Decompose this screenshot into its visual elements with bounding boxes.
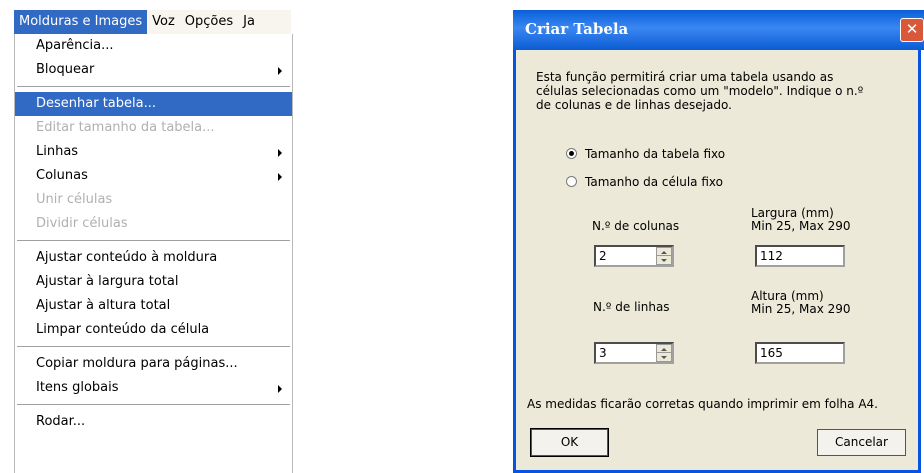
columns-spin-buttons[interactable] [656, 247, 672, 265]
description-line: Esta função permitirá criar uma tabela u… [536, 70, 834, 84]
menu-separator [15, 236, 292, 246]
description-line: células selecionadas como um "modelo". I… [536, 84, 864, 98]
spin-down-icon[interactable] [657, 256, 671, 264]
width-label: Largura (mm) [751, 206, 834, 220]
radio-fixed-table[interactable] [566, 148, 577, 159]
menubar-janela[interactable]: Ja [238, 10, 260, 34]
close-icon[interactable]: ✕ [900, 18, 924, 42]
submenu-arrow-icon [278, 67, 282, 75]
menu-item-label: Desenhar tabela... [36, 96, 156, 111]
menu-item-label: Editar tamanho da tabela... [36, 120, 215, 135]
menu-item-aparencia[interactable]: Aparência... [15, 34, 292, 58]
menu-item-linhas[interactable]: Linhas [15, 140, 292, 164]
menu-item-itens-globais[interactable]: Itens globais [15, 376, 292, 400]
menu-item-label: Ajustar à altura total [36, 298, 171, 313]
menubar-voz[interactable]: Voz [147, 10, 180, 34]
menu-item-bloquear[interactable]: Bloquear [15, 58, 292, 82]
menu-item-ajustar-conteudo[interactable]: Ajustar conteúdo à moldura [15, 246, 292, 270]
dropdown-menu: Aparência... Bloquear Desenhar tabela...… [14, 34, 293, 473]
radio-fixed-cell-label[interactable]: Tamanho da célula fixo [585, 175, 723, 189]
menu-item-label: Linhas [36, 144, 79, 159]
menu-item-desenhar-tabela[interactable]: Desenhar tabela... [15, 92, 292, 116]
menu-item-unir-celulas: Unir células [15, 188, 292, 212]
menubar: Molduras e Images Voz Opções Ja [14, 10, 291, 34]
dialog-title: Criar Tabela [525, 20, 629, 38]
ok-button[interactable]: OK [530, 428, 609, 457]
menu-item-label: Rodar... [36, 414, 86, 429]
menu-item-label: Copiar moldura para páginas... [36, 356, 238, 371]
menu-item-label: Ajustar conteúdo à moldura [36, 250, 218, 265]
cancel-button[interactable]: Cancelar [817, 429, 906, 456]
height-range: Min 25, Max 290 [751, 302, 851, 316]
menu-separator [15, 400, 292, 410]
menu-item-editar-tamanho-tabela: Editar tamanho da tabela... [15, 116, 292, 140]
menu-item-dividir-celulas: Dividir células [15, 212, 292, 236]
menubar-molduras-e-images[interactable]: Molduras e Images [14, 10, 148, 34]
width-range: Min 25, Max 290 [751, 219, 851, 233]
rows-spin-buttons[interactable] [656, 344, 672, 362]
submenu-arrow-icon [278, 385, 282, 393]
height-input[interactable]: 165 [755, 342, 845, 364]
rows-label: N.º de linhas [593, 300, 670, 314]
spin-up-icon[interactable] [657, 248, 671, 256]
spin-up-icon[interactable] [657, 345, 671, 353]
columns-label: N.º de colunas [592, 219, 680, 233]
menu-item-label: Colunas [36, 168, 88, 183]
menu-item-limpar-conteudo[interactable]: Limpar conteúdo da célula [15, 318, 292, 342]
menu-item-ajustar-altura[interactable]: Ajustar à altura total [15, 294, 292, 318]
menu-item-label: Ajustar à largura total [36, 274, 179, 289]
menu-item-ajustar-largura[interactable]: Ajustar à largura total [15, 270, 292, 294]
description-line: de colunas e de linhas desejado. [536, 98, 732, 112]
width-input[interactable]: 112 [755, 245, 845, 267]
menu-separator [15, 82, 292, 92]
menu-item-label: Bloquear [36, 62, 95, 77]
menu-item-rodar[interactable]: Rodar... [15, 410, 292, 434]
menu-item-label: Unir células [36, 192, 113, 207]
menu-item-label: Dividir células [36, 216, 128, 231]
menu-item-label: Itens globais [36, 380, 119, 395]
radio-fixed-table-label[interactable]: Tamanho da tabela fixo [585, 147, 725, 161]
submenu-arrow-icon [278, 173, 282, 181]
dialog-description: Esta função permitirá criar uma tabela u… [536, 70, 863, 112]
height-label: Altura (mm) [751, 289, 824, 303]
menu-item-colunas[interactable]: Colunas [15, 164, 292, 188]
submenu-arrow-icon [278, 149, 282, 157]
dialog-titlebar[interactable]: Criar Tabela ✕ [513, 10, 924, 50]
menubar-opcoes[interactable]: Opções [180, 10, 238, 34]
spin-down-icon[interactable] [657, 353, 671, 361]
menu-item-label: Limpar conteúdo da célula [36, 322, 210, 337]
menu-item-label: Aparência... [36, 38, 114, 53]
footer-note: As medidas ficarão corretas quando impri… [527, 397, 878, 411]
menu-separator [15, 342, 292, 352]
radio-fixed-cell[interactable] [566, 176, 577, 187]
menu-item-copiar-moldura[interactable]: Copiar moldura para páginas... [15, 352, 292, 376]
